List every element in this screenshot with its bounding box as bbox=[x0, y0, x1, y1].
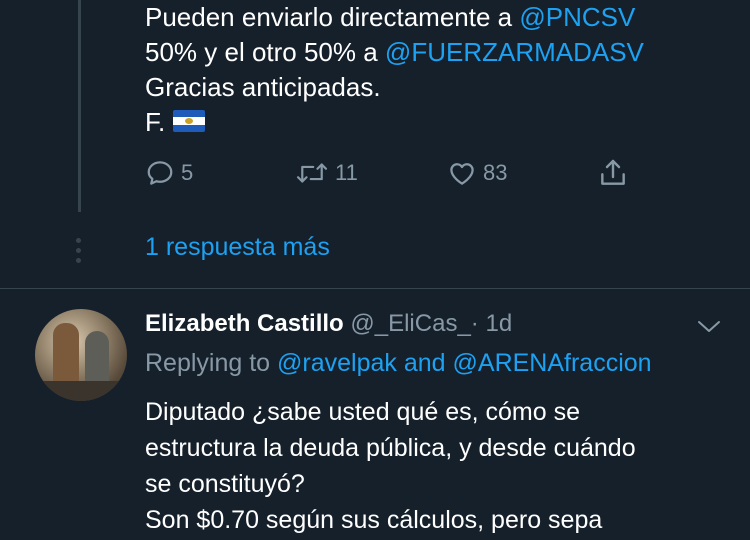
reply-text-line: se constituyó? bbox=[145, 470, 305, 498]
reply-text: Diputado ¿sabe usted qué es, cómo se est… bbox=[145, 394, 735, 538]
tweet-header: Elizabeth Castillo @_EliCas_· 1d bbox=[145, 310, 512, 338]
reply-icon bbox=[147, 161, 173, 185]
more-replies-link[interactable]: 1 respuesta más bbox=[145, 233, 330, 262]
like-button[interactable]: 83 bbox=[447, 155, 507, 191]
share-button[interactable] bbox=[597, 155, 629, 191]
retweet-button[interactable]: 11 bbox=[295, 155, 358, 191]
heart-icon bbox=[450, 163, 474, 185]
tweet-text-segment: 50% y el otro 50% a bbox=[145, 37, 385, 67]
thread-line bbox=[78, 0, 81, 212]
replying-and: and bbox=[396, 349, 453, 377]
el-salvador-flag-icon bbox=[173, 110, 206, 132]
replying-prefix: Replying to bbox=[145, 349, 278, 377]
like-count: 83 bbox=[483, 160, 508, 185]
mention-link-pncsv[interactable]: @PNCSV bbox=[519, 2, 635, 32]
tweet-text-line: Gracias anticipadas. bbox=[145, 72, 381, 102]
avatar-ground bbox=[35, 381, 127, 401]
mention-link-ravelpak[interactable]: @ravelpak bbox=[277, 349, 397, 377]
tweet-text-line: Pueden enviarlo directamente a @PNCSV bbox=[145, 0, 735, 35]
share-icon bbox=[601, 159, 625, 185]
tweet-text-line: F. bbox=[145, 105, 735, 140]
tweet-time[interactable]: 1d bbox=[485, 310, 512, 337]
replying-to: Replying to @ravelpak and @ARENAfraccion bbox=[145, 349, 652, 378]
chevron-down-icon[interactable] bbox=[695, 314, 723, 338]
reply-button[interactable]: 5 bbox=[145, 155, 193, 191]
tweet-text-segment: Pueden enviarlo directamente a bbox=[145, 2, 520, 32]
tweet-signature: F. bbox=[145, 107, 166, 137]
retweet-count: 11 bbox=[335, 160, 358, 185]
author-handle[interactable]: @_EliCas_ bbox=[350, 310, 470, 337]
retweet-icon bbox=[296, 163, 328, 183]
mention-link-fuerzarmadasv[interactable]: @FUERZARMADASV bbox=[385, 37, 644, 67]
tweet-actions: 5 11 83 bbox=[145, 155, 645, 191]
author-name[interactable]: Elizabeth Castillo bbox=[145, 310, 344, 337]
reply-text-line: Diputado ¿sabe usted qué es, cómo se bbox=[145, 398, 580, 426]
reply-count: 5 bbox=[181, 160, 194, 185]
tweet-text: Pueden enviarlo directamente a @PNCSV 50… bbox=[145, 0, 735, 140]
reply-text-line: Son $0.70 según sus cálculos, pero sepa bbox=[145, 506, 603, 534]
tweet-text-line: 50% y el otro 50% a @FUERZARMADASV bbox=[145, 35, 735, 70]
separator-dot: · bbox=[470, 310, 479, 337]
avatar[interactable] bbox=[35, 309, 127, 401]
thread-dots-icon bbox=[75, 238, 83, 264]
mention-link-arenafraccion[interactable]: @ARENAfraccion bbox=[453, 349, 652, 377]
divider bbox=[0, 288, 750, 289]
reply-text-line: estructura la deuda pública, y desde cuá… bbox=[145, 434, 636, 462]
